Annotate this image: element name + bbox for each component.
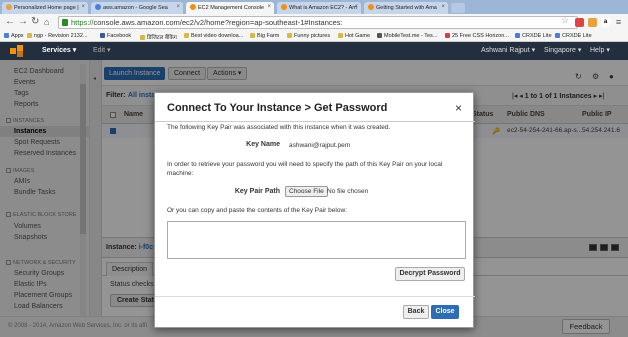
aws-logo-icon[interactable] <box>10 45 26 57</box>
close-tab-icon[interactable]: × <box>267 4 271 10</box>
url-scheme: https:// <box>71 18 94 27</box>
choose-file-button[interactable]: Choose File <box>285 186 328 197</box>
tab-title: EC2 Management Console <box>198 5 265 11</box>
bookmark-item[interactable]: ngp - Revision 2132... <box>27 33 88 39</box>
lock-icon <box>62 19 68 26</box>
region-menu[interactable]: Singapore ▾ <box>544 46 581 54</box>
divider <box>155 296 475 297</box>
close-icon[interactable]: × <box>455 101 462 115</box>
forward-arrow-icon[interactable]: → <box>18 17 28 27</box>
browser-tab-what-is-ec2[interactable]: What is Amazon EC2? - Am × <box>277 2 361 14</box>
browser-tab-home[interactable]: Personalized Home page | × <box>2 2 88 14</box>
bookmark-item[interactable]: CRXDE Lite <box>555 33 592 39</box>
bookmark-item[interactable]: Big Farm <box>250 33 279 39</box>
tab-title: What is Amazon EC2? - Am <box>289 5 357 11</box>
key-name-value: ashwani@rajput.pem <box>289 142 351 149</box>
bookmark-item[interactable]: Best video downloa... <box>184 33 243 39</box>
retrieve-instruction-line1: In order to retrieve your password you w… <box>167 161 443 168</box>
bookmarks-bar: Apps ngp - Revision 2132... Facebook डिज… <box>0 31 628 42</box>
tab-title: aws.amazon - Google Sea <box>103 5 168 11</box>
home-favicon-icon <box>6 4 12 10</box>
tab-title: Personalized Home page | <box>14 5 79 11</box>
dialog-title: Connect To Your Instance > Get Password <box>167 102 388 114</box>
browser-tab-ec2[interactable]: EC2 Management Console × <box>186 2 274 14</box>
browser-tab-getting-started[interactable]: Getting Started with Ama × <box>364 2 448 14</box>
bookmark-star-icon[interactable]: ☆ <box>561 15 569 26</box>
services-menu[interactable]: Services ▾ <box>42 46 76 54</box>
aws-favicon-icon <box>190 4 196 10</box>
home-icon[interactable]: ⌂ <box>44 17 49 27</box>
key-name-label: Key Name <box>246 141 280 148</box>
tab-title: Getting Started with Ama <box>376 5 437 11</box>
extension-icon[interactable] <box>588 18 597 27</box>
retrieve-instruction-line2: machine: <box>167 170 194 177</box>
decrypt-password-button[interactable]: Decrypt Password <box>395 267 465 281</box>
help-menu[interactable]: Help ▾ <box>590 46 610 54</box>
close-tab-icon[interactable]: × <box>354 4 358 10</box>
edit-menu[interactable]: Edit ▾ <box>93 46 111 54</box>
no-file-text: No file chosen <box>327 188 369 195</box>
url-bar[interactable]: https://console.aws.amazon.com/ec2/v2/ho… <box>58 16 578 29</box>
key-pair-path-label: Key Pair Path <box>234 188 280 195</box>
menu-icon[interactable]: ≡ <box>614 18 623 27</box>
paste-instruction: Or you can copy and paste the contents o… <box>167 207 347 214</box>
bookmark-item[interactable]: 25 Free CSS Horizon... <box>445 33 509 39</box>
user-menu[interactable]: Ashwani Rajput ▾ <box>481 46 535 54</box>
google-favicon-icon <box>95 4 101 10</box>
bookmark-apps[interactable]: Apps <box>4 33 24 39</box>
bookmark-item[interactable]: Hot Game <box>338 33 370 39</box>
bookmark-item[interactable]: डिजिटल बैंकिंग <box>140 33 177 41</box>
get-password-dialog: Connect To Your Instance > Get Password … <box>154 92 475 328</box>
close-button[interactable]: Close <box>431 305 459 319</box>
bookmark-item[interactable]: MobileTest.me - Tes... <box>377 33 437 39</box>
back-button[interactable]: Back <box>403 305 429 319</box>
aws-favicon-icon <box>368 4 374 10</box>
aws-favicon-icon <box>281 4 287 10</box>
divider <box>155 121 475 122</box>
aws-top-nav: Services ▾ Edit ▾ Ashwani Rajput ▾ Singa… <box>0 42 628 60</box>
reload-icon[interactable]: ↻ <box>31 17 39 27</box>
browser-address-row: ← → ↻ ⌂ https://console.aws.amazon.com/e… <box>0 14 628 31</box>
extension-icon[interactable] <box>575 18 584 27</box>
intro-text: The following Key Pair was associated wi… <box>167 124 391 131</box>
key-pair-textarea[interactable] <box>167 221 466 259</box>
bookmark-item[interactable]: Funny pictures <box>287 33 330 39</box>
bookmark-item[interactable]: CRXDE Lite <box>515 33 552 39</box>
bookmark-item[interactable]: Facebook <box>100 33 131 39</box>
amazon-extension-icon[interactable]: a <box>601 18 610 27</box>
close-tab-icon[interactable]: × <box>81 4 85 10</box>
close-tab-icon[interactable]: × <box>441 4 445 10</box>
browser-tab-google[interactable]: aws.amazon - Google Sea × <box>91 2 183 14</box>
back-arrow-icon[interactable]: ← <box>5 17 15 27</box>
close-tab-icon[interactable]: × <box>176 4 180 10</box>
browser-tab-bar: Personalized Home page | × aws.amazon - G… <box>0 0 628 14</box>
url-path: console.aws.amazon.com/ec2/v2/home?regio… <box>93 18 343 27</box>
new-tab-button[interactable] <box>451 3 465 13</box>
